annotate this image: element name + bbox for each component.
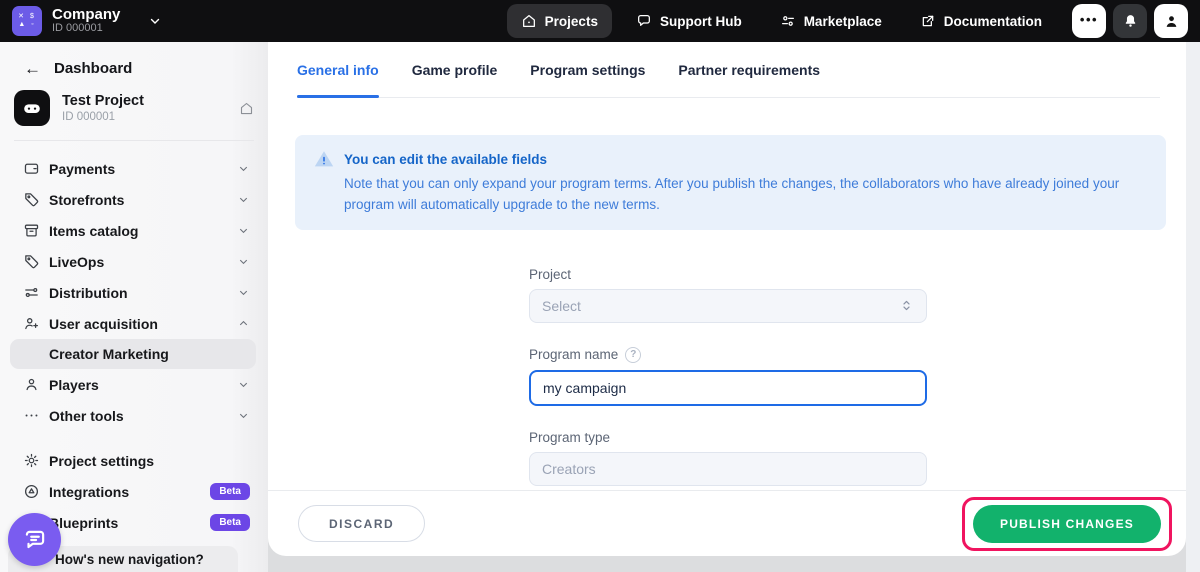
archive-icon: [22, 222, 40, 239]
question-icon[interactable]: ?: [625, 347, 641, 363]
sidebar-item-liveops[interactable]: LiveOps: [0, 246, 268, 277]
chevron-down-icon: [237, 378, 250, 391]
app-window: ✕ $▲ ◦ Company ID 000001 Projects Suppor…: [0, 0, 1200, 572]
sidebar-menu: Payments Storefronts Items catalog LiveO…: [0, 153, 268, 538]
sidebar: ← Dashboard Test Project ID 000001 Payme…: [0, 42, 268, 572]
info-banner: You can edit the available fields Note t…: [295, 135, 1166, 230]
more-button[interactable]: •••: [1072, 4, 1106, 38]
user-icon: [22, 376, 40, 393]
home-icon: [521, 13, 537, 29]
nav-marketplace-label: Marketplace: [804, 14, 882, 29]
tab-partner-requirements[interactable]: Partner requirements: [678, 42, 820, 97]
form-footer: DISCARD PUBLISH CHANGES: [268, 490, 1186, 556]
nav-projects-label: Projects: [545, 14, 598, 29]
topbar-nav: Projects Support Hub Marketplace Documen…: [507, 4, 1056, 38]
chat-widget-button[interactable]: [8, 513, 61, 566]
user-plus-icon: [22, 315, 40, 332]
chevron-down-icon: [237, 162, 250, 175]
chevron-up-icon: [237, 317, 250, 330]
chevron-down-icon: [237, 255, 250, 268]
company-name: Company: [52, 7, 120, 22]
notifications-button[interactable]: [1113, 4, 1147, 38]
wallet-icon: [22, 160, 40, 177]
project-name: Test Project: [62, 93, 144, 110]
program-name-input[interactable]: [529, 370, 927, 406]
tag-icon: [22, 191, 40, 208]
beta-badge: Beta: [210, 514, 250, 531]
warning-triangle-icon: [313, 148, 335, 170]
topbar: ✕ $▲ ◦ Company ID 000001 Projects Suppor…: [0, 0, 1200, 42]
company-switcher[interactable]: Company ID 000001: [52, 7, 120, 35]
topbar-actions: •••: [1072, 4, 1188, 38]
chevron-down-icon: [237, 409, 250, 422]
main-area: General info Game profile Program settin…: [268, 42, 1200, 572]
program-type-field-label: Program type: [529, 430, 927, 445]
home-icon[interactable]: [239, 101, 254, 116]
select-stepper-icon: [899, 298, 914, 313]
integrations-icon: [22, 483, 40, 500]
sidebar-item-project-settings[interactable]: Project settings: [0, 445, 268, 476]
program-type-value: Creators: [542, 461, 596, 477]
account-button[interactable]: [1154, 4, 1188, 38]
publish-changes-button[interactable]: PUBLISH CHANGES: [973, 505, 1161, 543]
edit-program-form: Project Select Program name ? Program ty…: [529, 267, 927, 486]
back-arrow-icon: ←: [24, 61, 41, 76]
project-select-value: Select: [542, 298, 581, 314]
back-to-dashboard[interactable]: ← Dashboard: [0, 42, 268, 77]
chevron-down-icon[interactable]: [148, 14, 162, 28]
sidebar-item-other-tools[interactable]: Other tools: [0, 400, 268, 431]
content-card: General info Game profile Program settin…: [268, 42, 1186, 556]
sliders-icon: [22, 284, 40, 301]
sidebar-item-distribution[interactable]: Distribution: [0, 277, 268, 308]
chat-lines-icon: [22, 527, 48, 553]
more-icon: •••: [1080, 12, 1098, 27]
program-name-field-label: Program name ?: [529, 347, 927, 363]
beta-badge: Beta: [210, 483, 250, 500]
gear-icon: [22, 452, 40, 469]
nav-support-hub[interactable]: Support Hub: [622, 4, 756, 38]
project-id: ID 000001: [62, 110, 144, 124]
tab-program-settings[interactable]: Program settings: [530, 42, 645, 97]
gamepad-icon: [14, 90, 50, 126]
sidebar-item-integrations[interactable]: Integrations Beta: [0, 476, 268, 507]
tab-game-profile[interactable]: Game profile: [412, 42, 498, 97]
sidebar-item-players[interactable]: Players: [0, 369, 268, 400]
banner-body: Note that you can only expand your progr…: [344, 174, 1148, 216]
sidebar-item-payments[interactable]: Payments: [0, 153, 268, 184]
nav-documentation-label: Documentation: [944, 14, 1042, 29]
account-icon: [1163, 13, 1180, 30]
discard-button[interactable]: DISCARD: [298, 505, 425, 542]
project-select[interactable]: Select: [529, 289, 927, 323]
notifications-icon: [1122, 13, 1139, 30]
sidebar-divider: [14, 140, 254, 141]
chevron-down-icon: [237, 224, 250, 237]
tab-bar: General info Game profile Program settin…: [297, 42, 1160, 98]
company-id: ID 000001: [52, 22, 120, 35]
tag-icon: [22, 253, 40, 270]
scrollbar-gutter[interactable]: [1186, 42, 1200, 572]
project-switcher[interactable]: Test Project ID 000001: [14, 90, 254, 126]
menu-gap: [0, 431, 268, 445]
click-target-highlight: PUBLISH CHANGES: [962, 497, 1172, 551]
project-field-label: Project: [529, 267, 927, 282]
program-type-input[interactable]: Creators: [529, 452, 927, 486]
company-logo-icon[interactable]: ✕ $▲ ◦: [12, 6, 42, 36]
chat-bubble-icon: [636, 13, 652, 29]
nav-documentation[interactable]: Documentation: [906, 4, 1056, 38]
nav-marketplace[interactable]: Marketplace: [766, 4, 896, 38]
sliders-icon: [780, 13, 796, 29]
sidebar-item-storefronts[interactable]: Storefronts: [0, 184, 268, 215]
sidebar-item-user-acquisition[interactable]: User acquisition: [0, 308, 268, 339]
external-link-icon: [920, 13, 936, 29]
nav-projects[interactable]: Projects: [507, 4, 612, 38]
sidebar-item-items-catalog[interactable]: Items catalog: [0, 215, 268, 246]
tab-general-info[interactable]: General info: [297, 42, 379, 97]
dots-icon: [22, 407, 40, 424]
dashboard-label: Dashboard: [54, 60, 132, 77]
chevron-down-icon: [237, 193, 250, 206]
sidebar-item-creator-marketing[interactable]: Creator Marketing: [10, 339, 256, 369]
nav-support-hub-label: Support Hub: [660, 14, 742, 29]
chevron-down-icon: [237, 286, 250, 299]
banner-title: You can edit the available fields: [344, 152, 547, 167]
